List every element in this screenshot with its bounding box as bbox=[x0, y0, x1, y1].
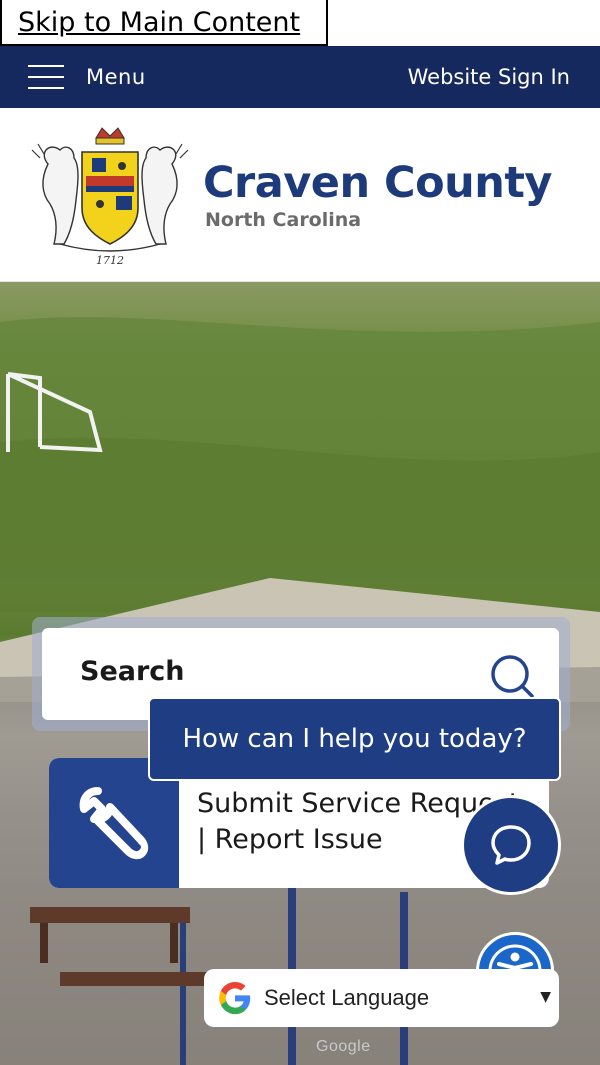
menu-label: Menu bbox=[86, 65, 146, 89]
search-label: Search bbox=[80, 656, 185, 687]
chevron-down-icon: ▼ bbox=[540, 989, 551, 1005]
county-crest-logo[interactable]: 1712 bbox=[30, 124, 190, 270]
google-translate-attribution[interactable]: Google bbox=[316, 1038, 371, 1056]
wrench-icon bbox=[79, 787, 149, 860]
select-language-dropdown[interactable]: Select Language ▼ bbox=[204, 969, 559, 1027]
crest-year: 1712 bbox=[96, 254, 124, 267]
search-icon[interactable] bbox=[490, 654, 534, 698]
hamburger-icon bbox=[28, 65, 64, 89]
chat-prompt-bubble[interactable]: How can I help you today? bbox=[148, 697, 561, 781]
select-language-label: Select Language bbox=[264, 985, 430, 1010]
top-navigation-bar: Menu Website Sign In bbox=[0, 46, 600, 108]
chat-button[interactable] bbox=[461, 795, 561, 895]
chat-icon bbox=[491, 825, 531, 865]
menu-button[interactable]: Menu bbox=[28, 65, 146, 89]
site-subtitle: North Carolina bbox=[205, 209, 362, 231]
google-icon bbox=[219, 982, 251, 1015]
skip-to-main-content-link[interactable]: Skip to Main Content bbox=[0, 0, 328, 46]
website-sign-in-link[interactable]: Website Sign In bbox=[408, 65, 570, 89]
site-title[interactable]: Craven County bbox=[203, 158, 552, 208]
site-header: 1712 Craven County North Carolina bbox=[0, 108, 600, 282]
